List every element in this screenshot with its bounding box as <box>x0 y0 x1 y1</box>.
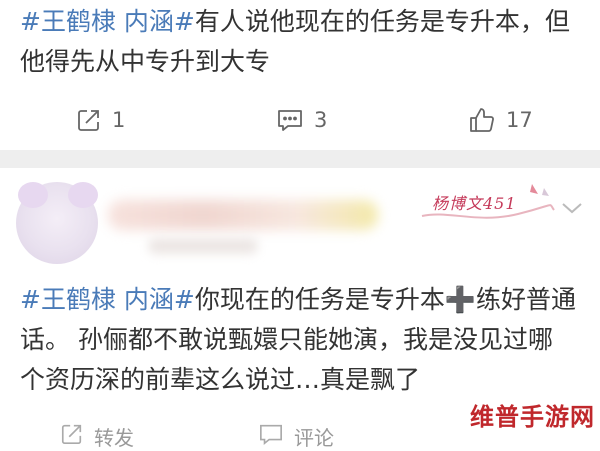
post1-text-line1: 有人说他现在的任务是专升本，但 <box>194 7 570 36</box>
post1-repost-button[interactable]: 1 <box>76 100 125 140</box>
post2-text-line2: 话。 孙俪都不敢说甄嬛只能她演，我是没见过哪 <box>20 325 553 354</box>
avatar-decoration-left <box>18 182 48 208</box>
post2-text: #王鹤棣 内涵#你现在的任务是专升本➕练好普通 话。 孙俪都不敢说甄嬛只能她演，… <box>20 280 590 400</box>
post1-text: #王鹤棣 内涵#有人说他现在的任务是专升本，但 他得先从中专升到大专 <box>20 2 590 82</box>
post2-text-part1: 你现在的任务是专升本 <box>194 285 445 314</box>
post2-text-part2: 练好普通 <box>476 285 577 314</box>
post1-action-bar: 1 3 17 <box>0 100 600 140</box>
post1-like-button[interactable]: 17 <box>468 100 533 140</box>
post2-repost-button[interactable]: 转发 <box>60 422 134 451</box>
user-card-badge[interactable]: 杨博文451 <box>418 180 558 226</box>
comment-icon <box>276 107 304 133</box>
plus-emoji: ➕ <box>444 285 476 314</box>
post2-text-line3: 个资历深的前辈这么说过…真是飘了 <box>20 365 421 394</box>
post2-hashtag[interactable]: #王鹤棣 内涵# <box>20 285 195 314</box>
watermark: 维普手游网 <box>470 403 595 431</box>
avatar-decoration-right <box>68 182 98 208</box>
username-blurred[interactable] <box>108 200 378 230</box>
post1-hashtag[interactable]: #王鹤棣 内涵# <box>20 7 195 36</box>
repost-count: 1 <box>112 108 126 132</box>
repost-icon <box>76 107 102 133</box>
post1-comment-button[interactable]: 3 <box>276 100 327 140</box>
post1-text-line2: 他得先从中专升到大专 <box>20 47 271 76</box>
comment-icon <box>258 422 284 451</box>
thumbs-up-icon <box>468 106 496 134</box>
post2-comment-button[interactable]: 评论 <box>258 422 334 451</box>
comment-label: 评论 <box>294 426 334 450</box>
badge-text: 杨博文451 <box>432 194 517 213</box>
avatar[interactable] <box>16 182 98 264</box>
repost-icon <box>60 422 84 451</box>
post-meta-blurred <box>148 238 258 254</box>
post-divider <box>0 150 600 168</box>
like-count: 17 <box>506 108 533 132</box>
chevron-down-icon[interactable] <box>560 200 584 219</box>
repost-label: 转发 <box>94 426 134 450</box>
comment-count: 3 <box>314 108 328 132</box>
